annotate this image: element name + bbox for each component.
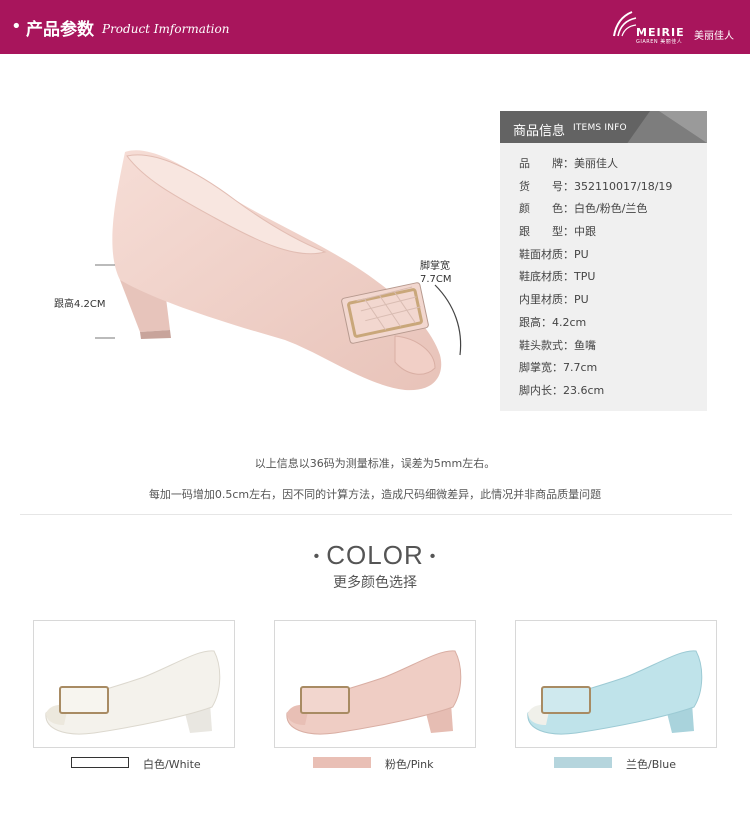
shoe-white-image	[45, 650, 221, 735]
color-title-text: COLOR	[326, 540, 424, 570]
info-row-upper-material: 鞋面材质：PU	[519, 247, 589, 261]
section-subtitle: Product Imformation	[102, 22, 230, 36]
sole-width-label: 脚掌宽 7.7CM	[420, 260, 452, 286]
color-option-blue-image[interactable]	[515, 620, 717, 748]
brand-logo-subtext: GIAREN 美丽佳人	[636, 39, 683, 45]
dot-icon: •	[429, 548, 437, 566]
color-option-white-image[interactable]	[33, 620, 235, 748]
info-row-toe-style: 鞋头款式：鱼嘴	[519, 338, 596, 352]
info-row-inner-length: 脚内长：23.6cm	[519, 383, 605, 397]
info-row-heel-type: 跟 型：中跟	[519, 225, 596, 239]
brand-name: 美丽佳人	[694, 31, 734, 42]
info-row-lining-material: 内里材质：PU	[519, 293, 589, 307]
swirl-logo-icon	[613, 11, 637, 37]
info-row-heel-height: 跟高：4.2cm	[519, 315, 587, 329]
size-note-2: 每加一码增加0.5cm左右，因不同的计算方法，造成尺码细微差异，此情况并非商品质…	[148, 488, 602, 501]
product-shoe-image	[95, 150, 462, 391]
info-row-brand: 品 牌：美丽佳人	[519, 157, 618, 170]
section-divider	[20, 514, 732, 515]
sole-width-value: 7.7CM	[420, 274, 452, 285]
color-label-pink: 粉色/Pink	[385, 758, 434, 771]
items-info-list: 品 牌：美丽佳人 货 号：352110017/18/19 颜 色：白色/粉色/兰…	[519, 153, 672, 403]
items-info-panel: 商品信息 ITEMS INFO 品 牌：美丽佳人 货 号：352110017/1…	[500, 111, 707, 411]
color-label-blue: 兰色/Blue	[626, 758, 677, 771]
color-section-subtitle: 更多颜色选择	[333, 575, 417, 591]
heel-height-label: 跟高4.2CM	[54, 299, 106, 310]
shoe-blue-image	[527, 650, 703, 735]
info-row-color: 颜 色：白色/粉色/兰色	[519, 202, 648, 216]
section-title: 产品参数	[26, 20, 94, 40]
items-info-header: 商品信息 ITEMS INFO	[500, 111, 707, 143]
items-info-title-en: ITEMS INFO	[573, 123, 627, 133]
header-bar: • 产品参数 Product Imformation MEIRIE GIAREN…	[0, 0, 750, 54]
size-note-1: 以上信息以36码为测量标准，误差为5mm左右。	[254, 457, 496, 470]
color-swatch-blue	[554, 757, 612, 768]
bullet-icon: •	[11, 16, 22, 37]
color-option-pink-image[interactable]	[274, 620, 476, 748]
color-swatch-white	[71, 757, 129, 768]
info-row-sku: 货 号：352110017/18/19	[519, 179, 673, 193]
dot-icon: •	[313, 548, 321, 566]
items-info-title: 商品信息	[513, 124, 566, 139]
header-stripe-decoration	[659, 111, 707, 143]
color-swatch-pink	[313, 757, 371, 768]
brand-logo[interactable]: MEIRIE GIAREN 美丽佳人 美丽佳人	[610, 8, 740, 48]
info-row-sole-material: 鞋底材质：TPU	[519, 270, 596, 284]
color-section-title: • COLOR •	[0, 540, 750, 571]
sole-width-title: 脚掌宽	[420, 261, 450, 272]
shoe-pink-image	[286, 650, 462, 735]
color-label-white: 白色/White	[143, 758, 201, 771]
info-row-sole-width: 脚掌宽：7.7cm	[519, 361, 598, 375]
